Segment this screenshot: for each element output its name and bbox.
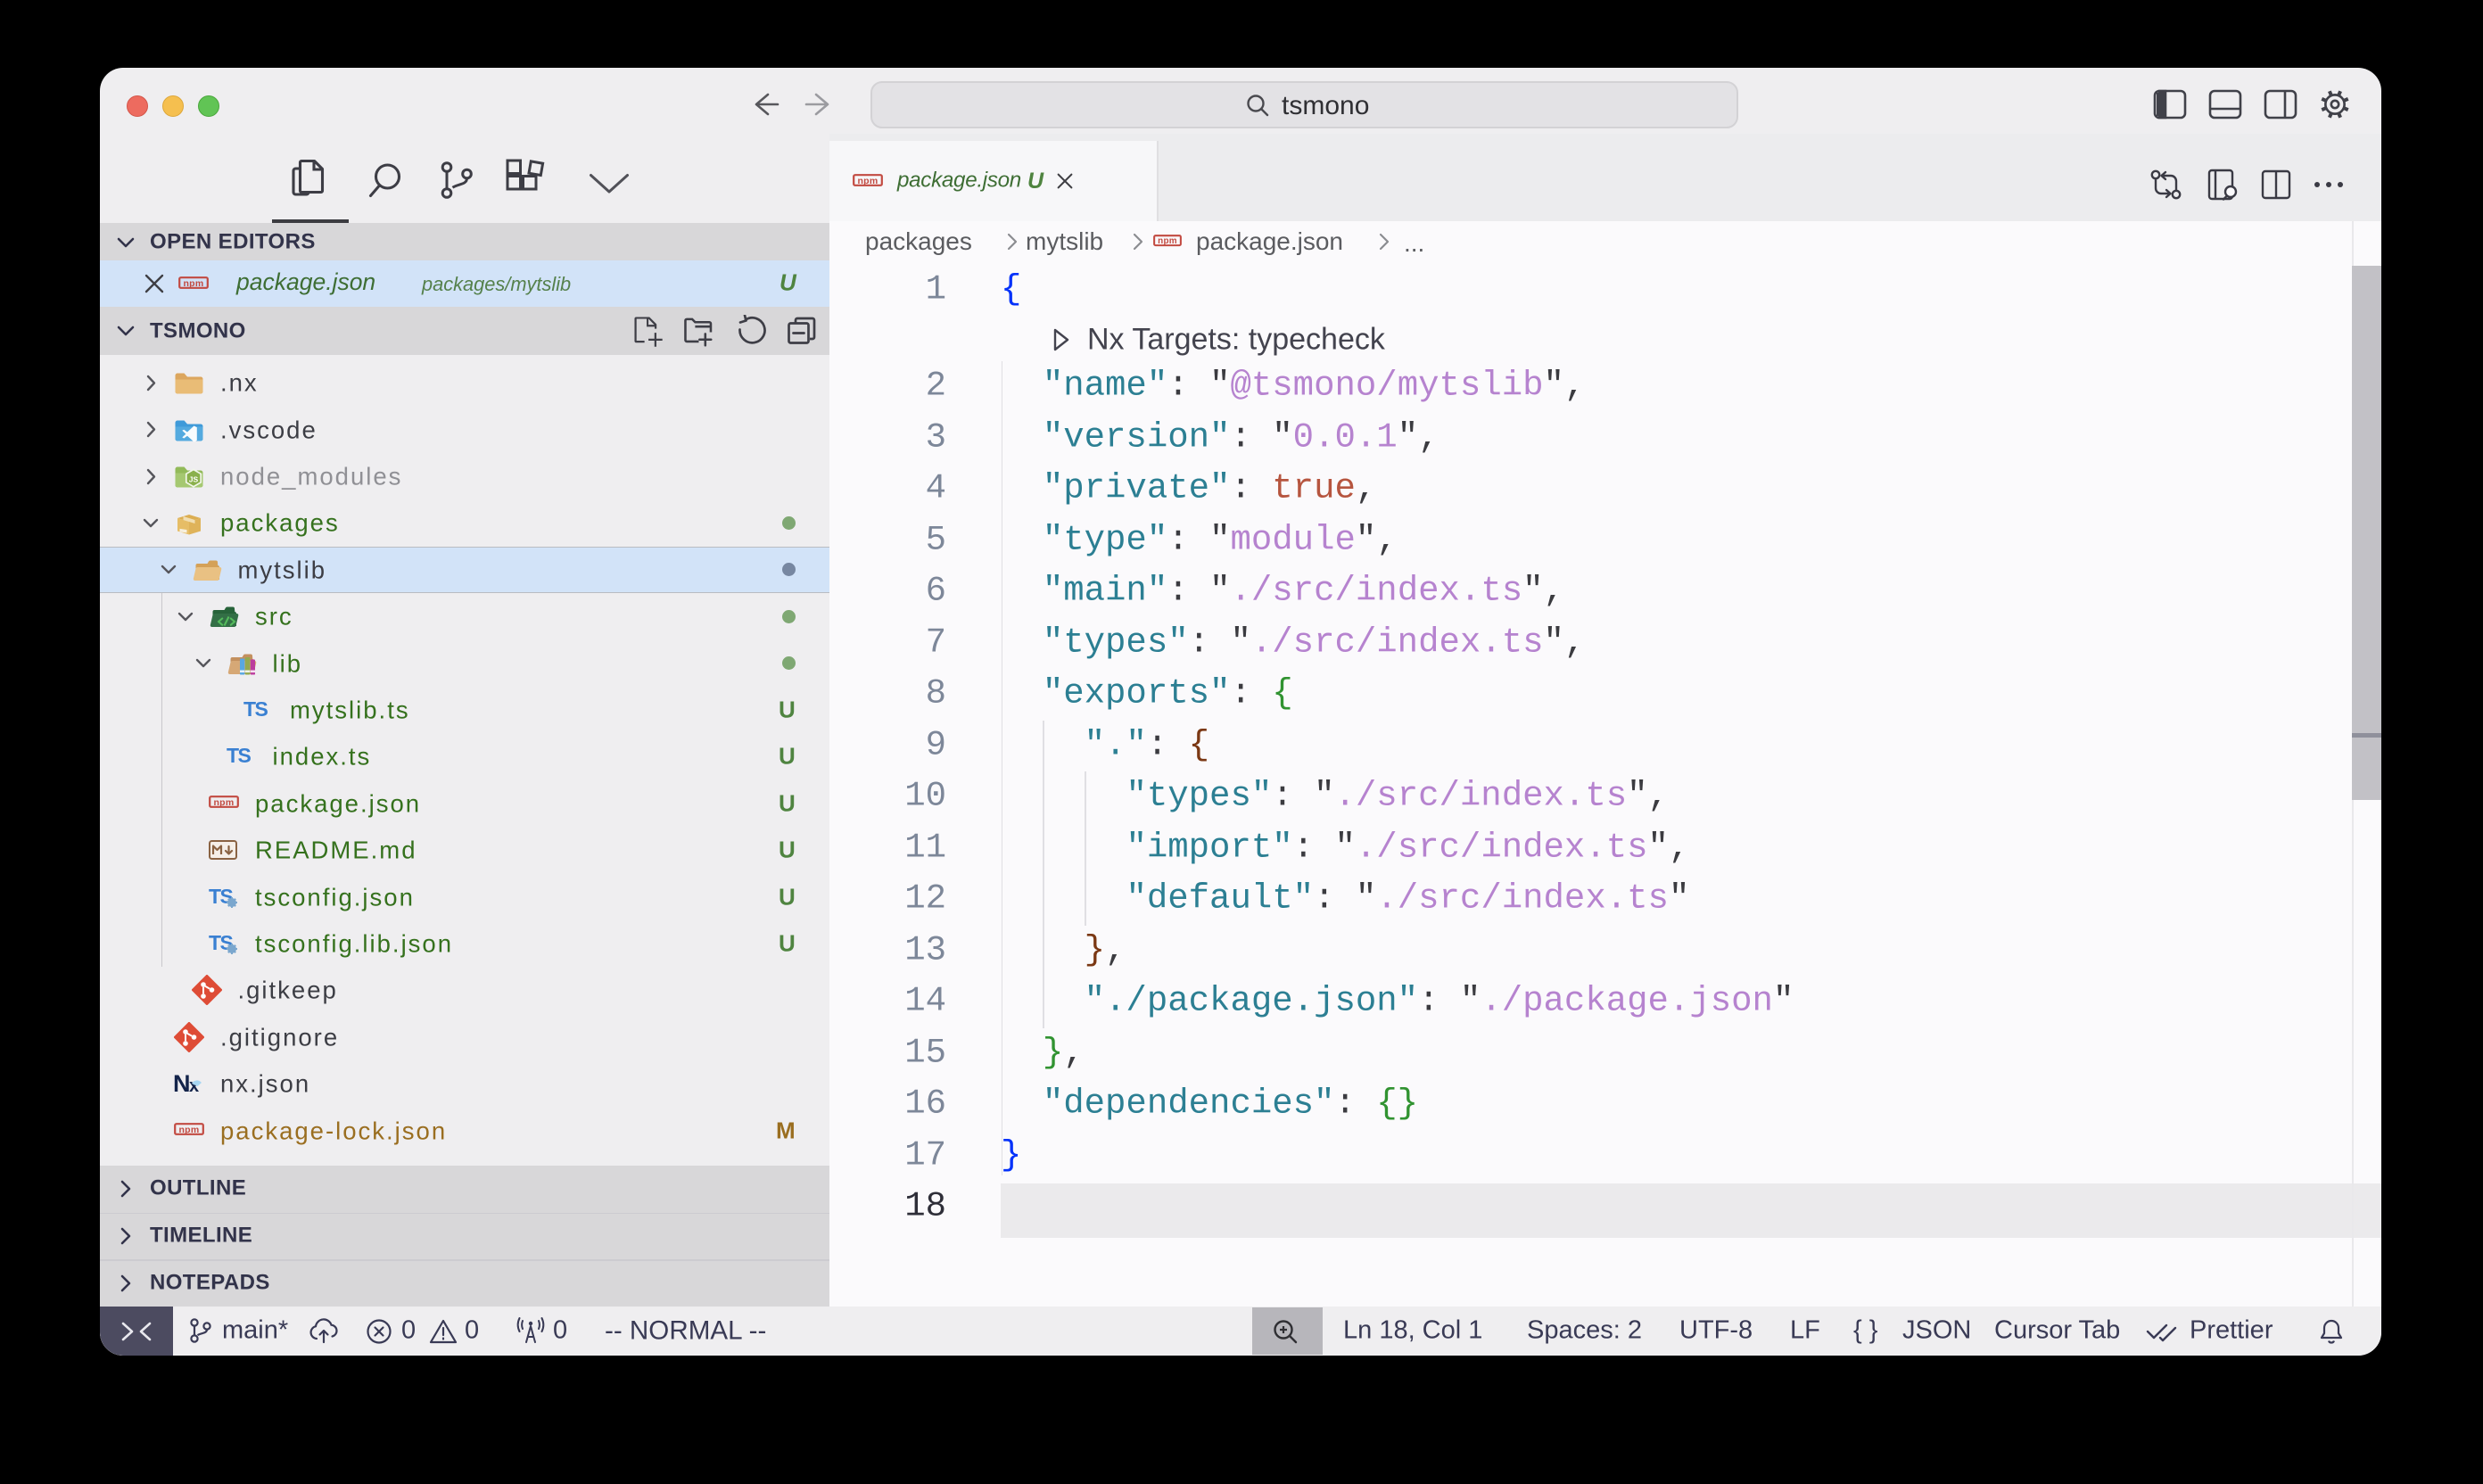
svg-text:npm: npm (178, 1125, 199, 1135)
svg-text:N: N (174, 1070, 190, 1097)
svg-text:npm: npm (1158, 236, 1177, 246)
svg-text:npm: npm (183, 277, 203, 288)
svg-text:TS: TS (227, 744, 252, 767)
svg-text:npm: npm (213, 797, 234, 808)
svg-text:npm: npm (857, 175, 878, 186)
svg-text:x: x (189, 1076, 199, 1096)
svg-text:JS: JS (189, 475, 199, 484)
svg-text:TS: TS (243, 697, 268, 721)
